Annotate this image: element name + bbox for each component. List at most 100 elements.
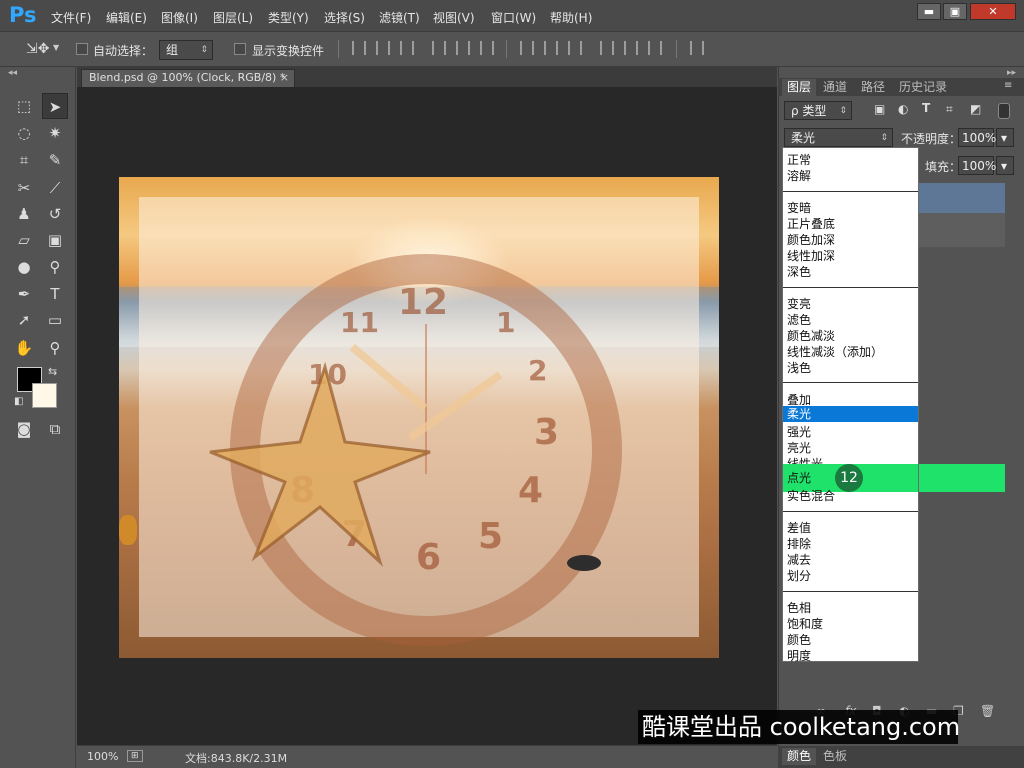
menu-layer[interactable]: 图层(L) xyxy=(213,9,253,26)
distribute-bottom-icon[interactable] xyxy=(568,41,582,55)
layer-kind-filter[interactable]: ρ 类型 ⇕ xyxy=(784,101,852,120)
eraser-tool-icon[interactable]: ▱ xyxy=(11,227,37,253)
layer-row-selected[interactable] xyxy=(919,183,1005,213)
tab-layers[interactable]: 图层 xyxy=(782,79,817,96)
menu-help[interactable]: 帮助(H) xyxy=(550,9,592,26)
smart-object-filter-icon[interactable]: ◩ xyxy=(970,102,981,116)
adjustment-filter-icon[interactable]: ◐ xyxy=(898,102,908,116)
dodge-tool-icon[interactable]: ⚲ xyxy=(42,254,68,280)
opacity-input[interactable]: 100% xyxy=(958,128,996,147)
blend-option[interactable]: 浅色 xyxy=(787,359,811,376)
fill-input[interactable]: 100% xyxy=(958,156,996,175)
blend-option[interactable]: 变暗 xyxy=(787,199,811,216)
blend-option[interactable]: 色相 xyxy=(787,599,811,616)
blend-option[interactable]: 亮光 xyxy=(787,439,811,456)
tab-channels[interactable]: 通道 xyxy=(818,79,852,96)
hand-tool-icon[interactable]: ✋ xyxy=(11,335,37,361)
gradient-tool-icon[interactable]: ▣ xyxy=(42,227,68,253)
close-button[interactable]: ✕ xyxy=(970,3,1016,20)
shape-filter-icon[interactable]: ⌗ xyxy=(946,102,953,117)
menu-image[interactable]: 图像(I) xyxy=(161,9,198,26)
filter-toggle[interactable] xyxy=(998,103,1010,119)
blend-option[interactable]: 线性减淡（添加） xyxy=(787,343,883,360)
crop-tool-icon[interactable]: ⌗ xyxy=(11,147,37,173)
pen-tool-icon[interactable]: ✒ xyxy=(11,281,37,307)
menu-view[interactable]: 视图(V) xyxy=(433,9,475,26)
blend-mode-dropdown[interactable]: 柔光 ⇕ xyxy=(784,128,893,147)
swap-colors-icon[interactable]: ⇆ xyxy=(48,365,57,378)
chevron-down-icon[interactable]: ▼ xyxy=(53,43,59,52)
zoom-level[interactable]: 100% xyxy=(87,750,118,763)
magic-wand-icon[interactable]: ✷ xyxy=(42,120,68,146)
auto-align-icon[interactable] xyxy=(690,41,704,55)
tab-color[interactable]: 颜色 xyxy=(782,748,817,765)
trash-icon[interactable]: 🗑 xyxy=(980,704,995,718)
blend-option[interactable]: 强光 xyxy=(787,423,811,440)
restore-button[interactable]: ▣ xyxy=(943,3,967,20)
fill-slider-toggle[interactable]: ▾ xyxy=(996,156,1014,175)
blend-option[interactable]: 饱和度 xyxy=(787,615,823,632)
blend-option[interactable]: 差值 xyxy=(787,519,811,536)
status-icon[interactable]: ⊞ xyxy=(127,750,143,762)
screen-mode-icon[interactable]: ⧉ xyxy=(42,416,68,442)
opacity-slider-toggle[interactable]: ▾ xyxy=(996,128,1014,147)
type-filter-icon[interactable]: T xyxy=(922,101,930,115)
history-brush-icon[interactable]: ↺ xyxy=(42,201,68,227)
show-transform-checkbox[interactable] xyxy=(234,43,246,55)
minimize-button[interactable]: ▬ xyxy=(917,3,941,20)
blend-option[interactable]: 实色混合 xyxy=(787,487,835,504)
default-colors-icon[interactable]: ◧ xyxy=(14,396,23,407)
healing-brush-icon[interactable]: ✂ xyxy=(11,175,37,201)
blend-option[interactable]: 滤色 xyxy=(787,311,811,328)
move-tool-icon[interactable]: ➤ xyxy=(42,93,68,119)
tab-paths[interactable]: 路径 xyxy=(856,79,890,96)
blend-option[interactable]: 溶解 xyxy=(787,167,811,184)
blend-option[interactable]: 正片叠底 xyxy=(787,215,835,232)
menu-window[interactable]: 窗口(W) xyxy=(491,9,536,26)
blend-option[interactable]: 颜色加深 xyxy=(787,231,835,248)
tab-swatches[interactable]: 色板 xyxy=(818,748,852,765)
blend-option[interactable]: 划分 xyxy=(787,567,811,584)
align-hcenter-icon[interactable] xyxy=(456,41,470,55)
eyedropper-icon[interactable]: ✎ xyxy=(42,147,68,173)
blend-option[interactable]: 颜色减淡 xyxy=(787,327,835,344)
blend-option[interactable]: 正常 xyxy=(787,151,811,168)
menu-file[interactable]: 文件(F) xyxy=(51,9,91,26)
blend-option[interactable]: 线性加深 xyxy=(787,247,835,264)
blend-option[interactable]: 排除 xyxy=(787,535,811,552)
align-vcenter-icon[interactable] xyxy=(376,41,390,55)
close-icon[interactable]: × xyxy=(280,70,289,86)
rectangle-tool-icon[interactable]: ▭ xyxy=(42,307,68,333)
quick-mask-icon[interactable]: ◙ xyxy=(11,416,37,442)
clone-stamp-icon[interactable]: ♟ xyxy=(11,201,37,227)
document-tab[interactable]: Blend.psd @ 100% (Clock, RGB/8) * × xyxy=(81,69,295,87)
panel-menu-icon[interactable]: ≡ xyxy=(1004,80,1012,91)
distribute-hcenter-icon[interactable] xyxy=(624,41,638,55)
menu-type[interactable]: 类型(Y) xyxy=(268,9,309,26)
blend-option[interactable]: 减去 xyxy=(787,551,811,568)
pixel-filter-icon[interactable]: ▣ xyxy=(874,102,885,116)
lasso-tool-icon[interactable]: ◌ xyxy=(11,120,37,146)
auto-select-checkbox[interactable] xyxy=(76,43,88,55)
align-bottom-icon[interactable] xyxy=(400,41,414,55)
distribute-right-icon[interactable] xyxy=(648,41,662,55)
zoom-tool-icon[interactable]: ⚲ xyxy=(42,335,68,361)
blend-option-selected[interactable]: 柔光 xyxy=(783,406,918,422)
blend-option[interactable]: 深色 xyxy=(787,263,811,280)
menu-filter[interactable]: 滤镜(T) xyxy=(379,9,420,26)
distribute-vcenter-icon[interactable] xyxy=(544,41,558,55)
menu-select[interactable]: 选择(S) xyxy=(324,9,365,26)
marquee-tool-icon[interactable]: ⬚ xyxy=(11,93,37,119)
document-info[interactable]: 文档:843.8K/2.31M xyxy=(185,750,287,766)
auto-select-dropdown[interactable]: 组 ⇕ xyxy=(159,40,213,60)
move-tool-icon[interactable]: ⇲✥ xyxy=(26,41,49,57)
blend-option[interactable]: 颜色 xyxy=(787,631,811,648)
menu-edit[interactable]: 编辑(E) xyxy=(106,9,147,26)
align-left-icon[interactable] xyxy=(432,41,446,55)
distribute-top-icon[interactable] xyxy=(520,41,534,55)
tab-history[interactable]: 历史记录 xyxy=(894,79,952,96)
brush-tool-icon[interactable]: ⟋ xyxy=(42,175,68,201)
blend-option[interactable]: 明度 xyxy=(787,647,811,664)
align-right-icon[interactable] xyxy=(480,41,494,55)
type-tool-icon[interactable]: T xyxy=(42,281,68,307)
